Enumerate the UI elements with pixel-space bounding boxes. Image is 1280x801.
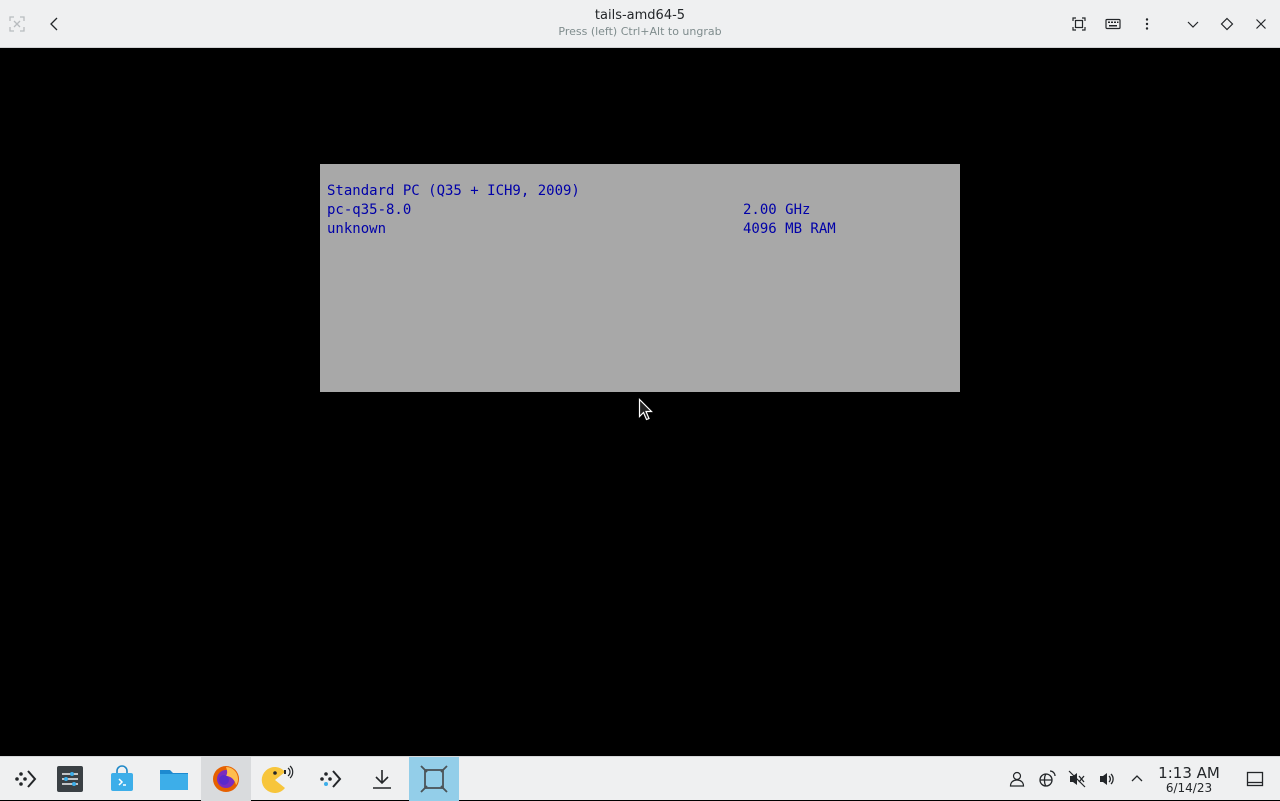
application-launcher-icon[interactable]: [0, 757, 50, 801]
clock-date: 6/14/23: [1165, 781, 1213, 795]
bios-cpu-model: unknown: [327, 221, 387, 237]
volume-muted-icon[interactable]: [1062, 757, 1092, 801]
minimize-icon[interactable]: [1176, 8, 1210, 40]
volume-icon[interactable]: [1092, 757, 1122, 801]
bios-ram: 4096 MB RAM: [743, 221, 836, 237]
fullscreen-toggle-icon[interactable]: [1, 8, 33, 40]
downloads-icon[interactable]: [357, 757, 407, 801]
maximize-icon[interactable]: [1210, 8, 1244, 40]
files-folder-icon[interactable]: [149, 757, 199, 801]
menu-kebab-icon[interactable]: [1130, 8, 1164, 40]
user-icon[interactable]: [1002, 757, 1032, 801]
show-desktop-icon[interactable]: [1240, 757, 1270, 801]
mouse-cursor-icon: [638, 398, 654, 426]
keyboard-icon[interactable]: [1096, 8, 1130, 40]
tray-expand-chevron-icon[interactable]: [1122, 757, 1152, 801]
pacman-audio-icon[interactable]: [253, 757, 303, 801]
virt-manager-icon[interactable]: [409, 757, 459, 801]
window-titlebar: tails-amd64-5 Press (left) Ctrl+Alt to u…: [0, 0, 1280, 48]
clock[interactable]: 1:13 AM 6/14/23: [1153, 765, 1225, 795]
software-store-icon[interactable]: [97, 757, 147, 801]
taskbar: 1:13 AM 6/14/23: [0, 756, 1280, 801]
back-icon[interactable]: [39, 8, 71, 40]
bios-cpu-speed: 2.00 GHz: [743, 202, 811, 218]
bios-machine-type: pc-q35-8.0: [327, 202, 412, 218]
bios-machine-name: Standard PC (Q35 + ICH9, 2009): [327, 183, 580, 199]
close-icon[interactable]: [1244, 8, 1278, 40]
arrow-dots-icon[interactable]: [305, 757, 355, 801]
fit-screen-icon[interactable]: [1062, 8, 1096, 40]
system-settings-icon[interactable]: [45, 757, 95, 801]
bios-info-panel: Standard PC (Q35 + ICH9, 2009) pc-q35-8.…: [320, 164, 960, 392]
clock-time: 1:13 AM: [1158, 764, 1220, 782]
network-tor-icon[interactable]: [1032, 757, 1062, 801]
firefox-icon[interactable]: [201, 757, 251, 801]
